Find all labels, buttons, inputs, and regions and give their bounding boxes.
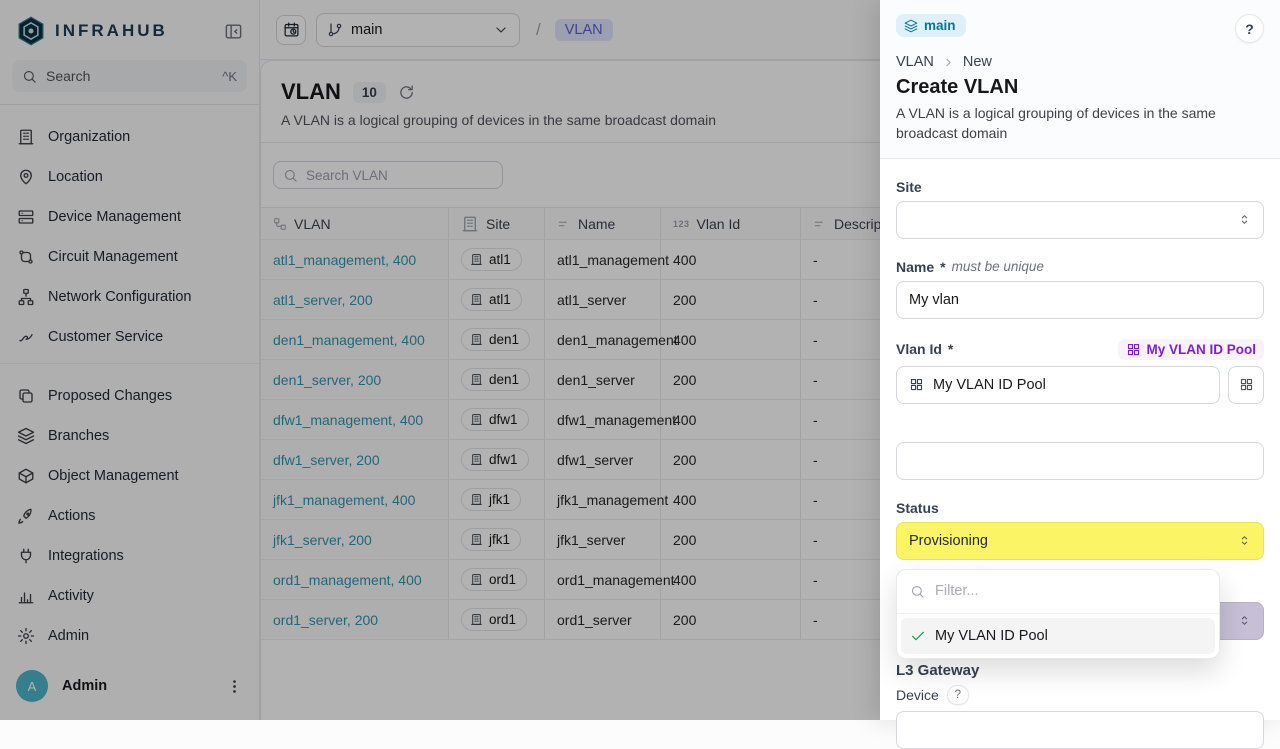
help-button[interactable]: ?: [1235, 14, 1264, 43]
drawer-header: main ? VLAN New Create VLAN A VLAN is a …: [880, 0, 1280, 159]
chevron-right-icon: [942, 56, 955, 69]
pool-dropdown: My VLAN ID Pool: [896, 569, 1220, 659]
chevrons-up-down-icon: [1238, 213, 1251, 226]
status-label: Status: [896, 500, 1264, 516]
grid-pool-icon: [1126, 342, 1141, 357]
device-select[interactable]: [896, 711, 1264, 749]
dropdown-option-my-vlan-id-pool[interactable]: My VLAN ID Pool: [901, 618, 1215, 654]
drawer-breadcrumb: VLAN New: [896, 54, 1264, 70]
drawer-title: Create VLAN: [896, 76, 1264, 99]
dropdown-filter-input[interactable]: [935, 583, 1206, 599]
dropdown-filter: [897, 570, 1219, 614]
site-label: Site: [896, 179, 1264, 195]
name-label: Name* must be unique: [896, 259, 1264, 275]
layers-icon: [904, 19, 918, 33]
pool-badge[interactable]: My VLAN ID Pool: [1118, 339, 1264, 360]
required-asterisk: *: [940, 259, 945, 275]
vlan-id-value: My VLAN ID Pool: [933, 377, 1046, 393]
name-hint: must be unique: [952, 259, 1044, 274]
chevrons-up-down-icon: [1238, 534, 1251, 547]
branch-badge: main: [896, 14, 966, 37]
grid-pool-icon: [909, 377, 924, 392]
status-value: Provisioning: [909, 533, 988, 549]
l3-gateway-section-label: L3 Gateway: [896, 662, 1264, 679]
description-field: [896, 442, 1264, 480]
vlan-id-label: Vlan Id*: [896, 341, 953, 357]
chevrons-up-down-icon: [1238, 614, 1251, 627]
device-label: Device: [896, 687, 939, 703]
breadcrumb-current: New: [963, 54, 992, 70]
grid-pool-icon: [1239, 377, 1254, 392]
drawer-description: A VLAN is a logical grouping of devices …: [896, 103, 1264, 144]
branch-badge-label: main: [924, 18, 956, 33]
site-select[interactable]: [896, 201, 1264, 239]
create-vlan-drawer: main ? VLAN New Create VLAN A VLAN is a …: [880, 0, 1280, 720]
pool-picker-button[interactable]: [1228, 366, 1264, 404]
vlan-id-select[interactable]: My VLAN ID Pool: [896, 366, 1220, 404]
dropdown-options: My VLAN ID Pool: [897, 614, 1219, 658]
check-icon: [910, 628, 926, 644]
description-input[interactable]: [896, 442, 1264, 480]
breadcrumb-parent[interactable]: VLAN: [896, 54, 934, 70]
name-input[interactable]: [909, 292, 1251, 308]
create-vlan-form: Site Name* must be unique Vl: [880, 159, 1280, 749]
search-icon: [910, 584, 925, 599]
status-select[interactable]: Provisioning: [896, 522, 1264, 560]
device-help-icon[interactable]: ?: [947, 685, 969, 705]
name-field-wrap: [896, 281, 1264, 319]
required-asterisk: *: [948, 341, 953, 357]
